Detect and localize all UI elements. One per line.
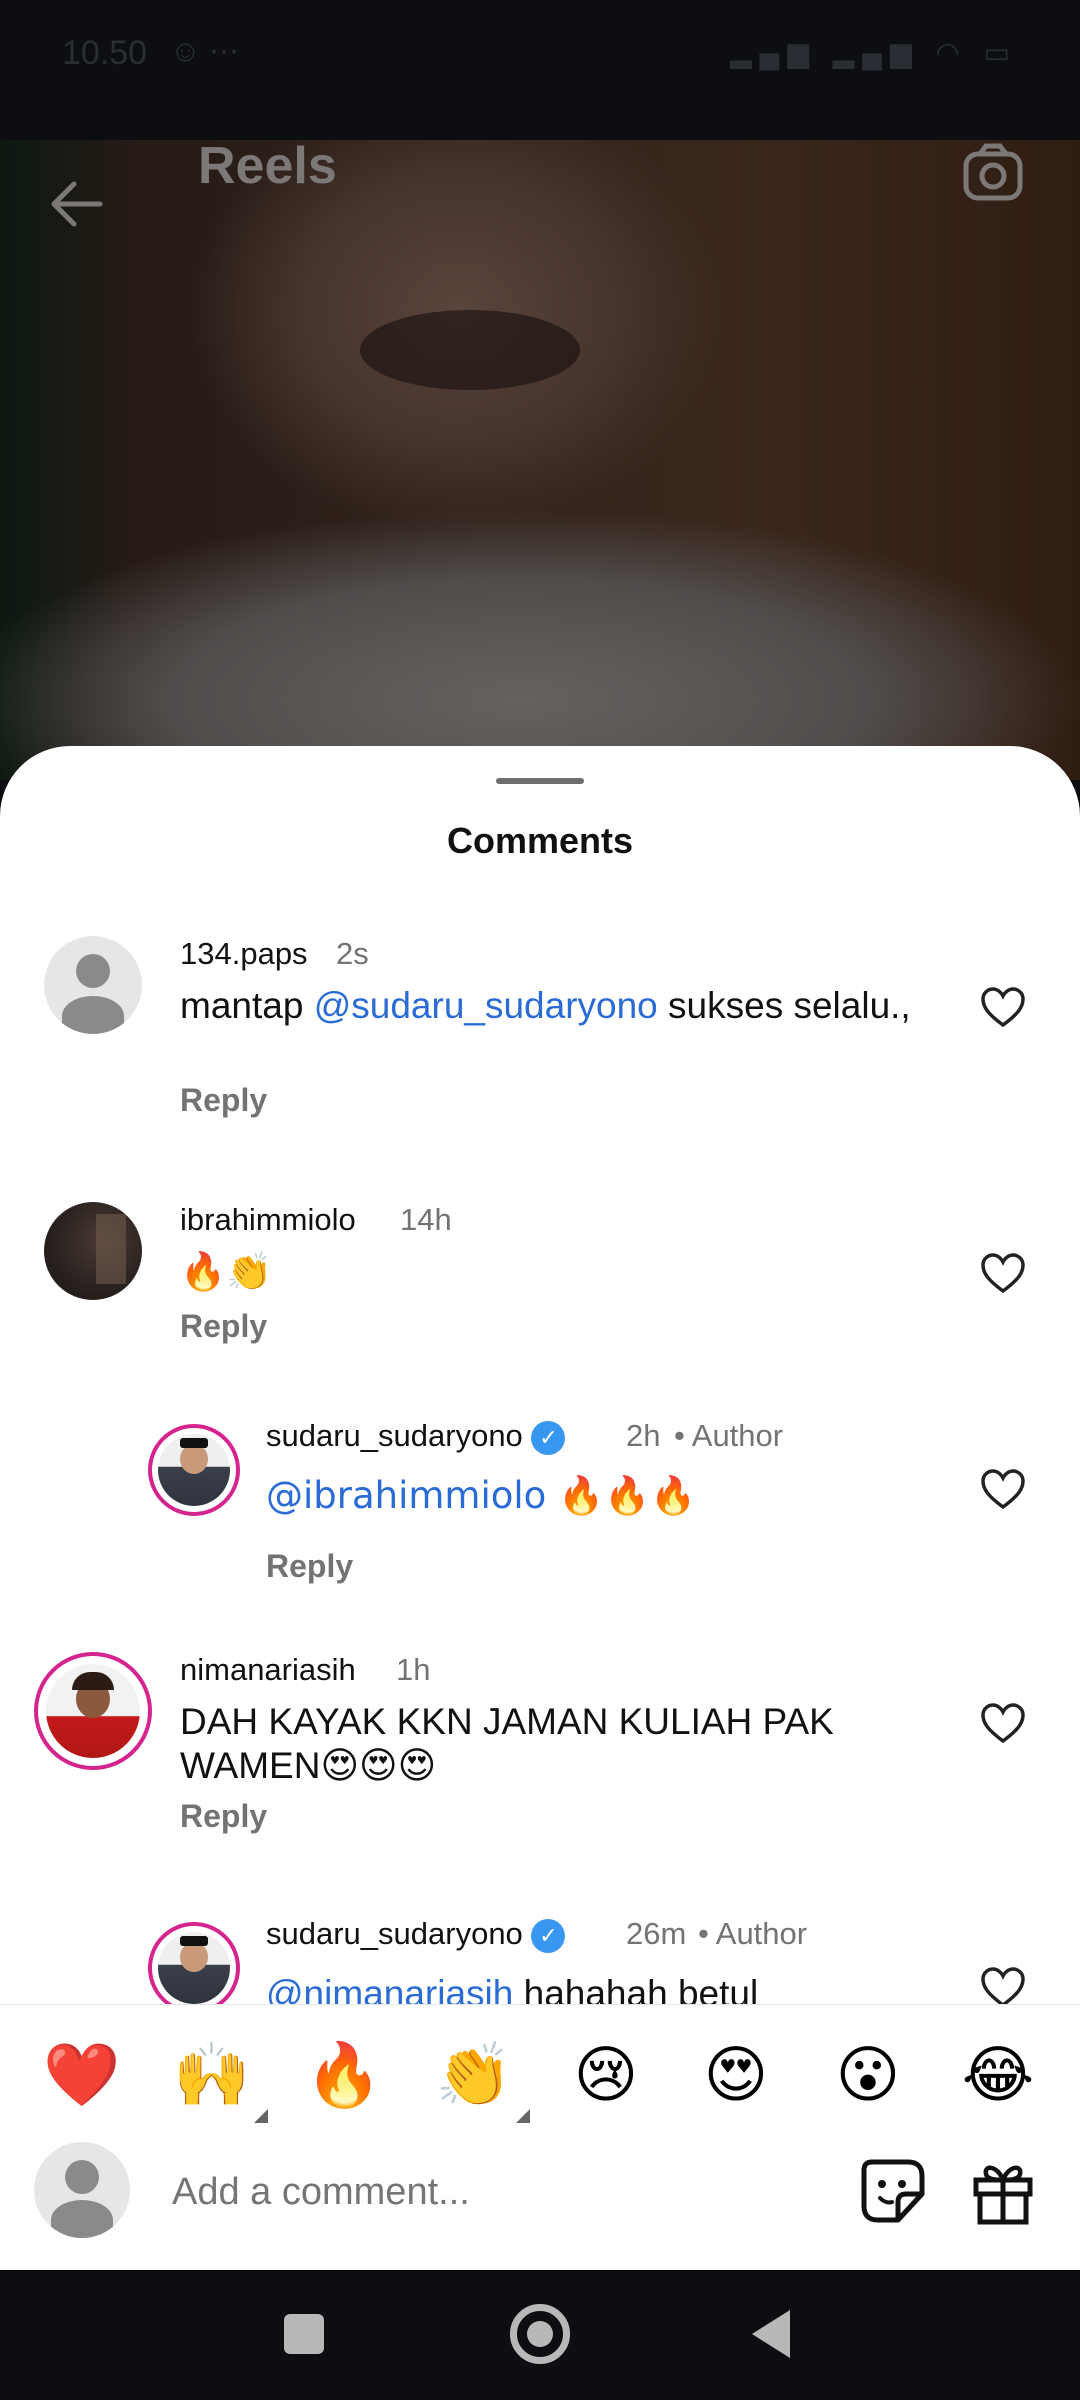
author-label: • Author: [698, 1916, 808, 1951]
reply-button[interactable]: Reply: [180, 1082, 267, 1119]
gift-icon[interactable]: [968, 2156, 1038, 2226]
comment-text: 🔥👏: [180, 1250, 273, 1293]
comment-time: 2s: [336, 936, 369, 971]
comment-item: nimanariasih 1h DAH KAYAK KKN JAMAN KULI…: [0, 1652, 1080, 1852]
comments-title: Comments: [446, 820, 634, 861]
avatar[interactable]: [148, 1922, 240, 2014]
comment-text: mantap @sudaru_sudaryono sukses selalu.,: [180, 985, 911, 1026]
camera-icon[interactable]: [960, 142, 1026, 204]
system-nav-bar: [0, 2270, 1080, 2400]
comment-input[interactable]: [172, 2164, 812, 2220]
author-label: • Author: [674, 1418, 784, 1453]
reply-button[interactable]: Reply: [266, 1548, 353, 1585]
home-button[interactable]: [510, 2304, 570, 2364]
status-bar: 10.50 ☺ ⋯ ▂▄▆ ▂▄▆ ◠ ▭: [0, 0, 1080, 140]
comment-username[interactable]: 134.paps: [180, 936, 308, 972]
comment-input-row: [0, 2136, 1080, 2270]
reply-button[interactable]: Reply: [180, 1798, 267, 1835]
comment-username[interactable]: sudaru_sudaryono ✓: [266, 1916, 566, 1953]
emoji-raising-hands[interactable]: 🙌: [172, 2035, 268, 2123]
avatar[interactable]: [44, 1202, 142, 1300]
mention-link[interactable]: @sudaru_sudaryono: [314, 985, 658, 1026]
comment-text: DAH KAYAK KKN JAMAN KULIAH PAK WAMEN😍😍😍: [180, 1701, 834, 1786]
avatar[interactable]: [148, 1424, 240, 1516]
verified-badge-icon: ✓: [531, 1420, 566, 1455]
comment-text: @ibrahimmiolo 🔥🔥🔥: [266, 1474, 697, 1517]
mention-link[interactable]: @ibrahimmiolo: [266, 1474, 546, 1517]
emoji-crying-face[interactable]: 😢: [566, 2035, 646, 2115]
comment-reply-item: sudaru_sudaryono ✓ 2h • Author @ibrahimm…: [0, 1418, 1080, 1588]
heart-outline-icon[interactable]: [980, 1702, 1026, 1744]
status-time: 10.50: [62, 34, 148, 72]
comment-time: 2h: [626, 1418, 661, 1453]
emoji-heart[interactable]: ❤️: [42, 2035, 122, 2115]
verified-badge-icon: ✓: [531, 1918, 566, 1953]
heart-outline-icon[interactable]: [980, 986, 1026, 1028]
avatar[interactable]: [44, 936, 142, 1034]
comment-time: 26m: [626, 1916, 687, 1951]
reels-comments-screen: 10.50 ☺ ⋯ ▂▄▆ ▂▄▆ ◠ ▭ Reels Comments 134…: [0, 0, 1080, 2400]
page-title: Reels: [198, 137, 337, 195]
sticker-icon[interactable]: [858, 2156, 928, 2226]
avatar[interactable]: [34, 1652, 152, 1770]
emoji-fire[interactable]: 🔥: [304, 2035, 384, 2115]
emoji-heart-eyes[interactable]: 😍: [696, 2035, 776, 2115]
emoji-surprised-face[interactable]: 😮: [828, 2035, 908, 2115]
reel-video[interactable]: [0, 140, 1080, 780]
status-notification-icons: ☺ ⋯: [170, 35, 239, 68]
variant-indicator-icon: [254, 2109, 268, 2123]
status-system-icons: ▂▄▆ ▂▄▆ ◠ ▭: [729, 37, 1018, 68]
back-button[interactable]: [752, 2310, 790, 2358]
avatar: [34, 2142, 130, 2238]
comment-username[interactable]: sudaru_sudaryono ✓: [266, 1418, 566, 1455]
video-dim-overlay: [0, 140, 1080, 780]
recents-button[interactable]: [284, 2314, 324, 2354]
comment-item: 134.paps 2s mantap @sudaru_sudaryono suk…: [0, 936, 1080, 1119]
comment-item: ibrahimmiolo 14h 🔥👏 Reply: [0, 1202, 1080, 1362]
reply-button[interactable]: Reply: [180, 1308, 267, 1345]
arrow-left-icon[interactable]: [44, 172, 108, 236]
heart-outline-icon[interactable]: [980, 1468, 1026, 1510]
heart-outline-icon[interactable]: [980, 1252, 1026, 1294]
variant-indicator-icon: [516, 2109, 530, 2123]
comment-username[interactable]: nimanariasih: [180, 1652, 356, 1688]
comment-username[interactable]: ibrahimmiolo: [180, 1202, 356, 1238]
emoji-tears-of-joy[interactable]: 😂: [958, 2035, 1038, 2115]
emoji-reaction-bar: ❤️ 🙌 🔥 👏 😢 😍 😮 😂: [0, 2004, 1080, 2136]
emoji-clapping-hands[interactable]: 👏: [434, 2035, 530, 2123]
heart-outline-icon[interactable]: [980, 1966, 1026, 2008]
comment-time: 14h: [400, 1202, 452, 1237]
comment-time: 1h: [396, 1652, 431, 1687]
comments-sheet: Comments 134.paps 2s mantap @sudaru_suda…: [0, 746, 1080, 2270]
drag-handle[interactable]: [496, 778, 584, 784]
